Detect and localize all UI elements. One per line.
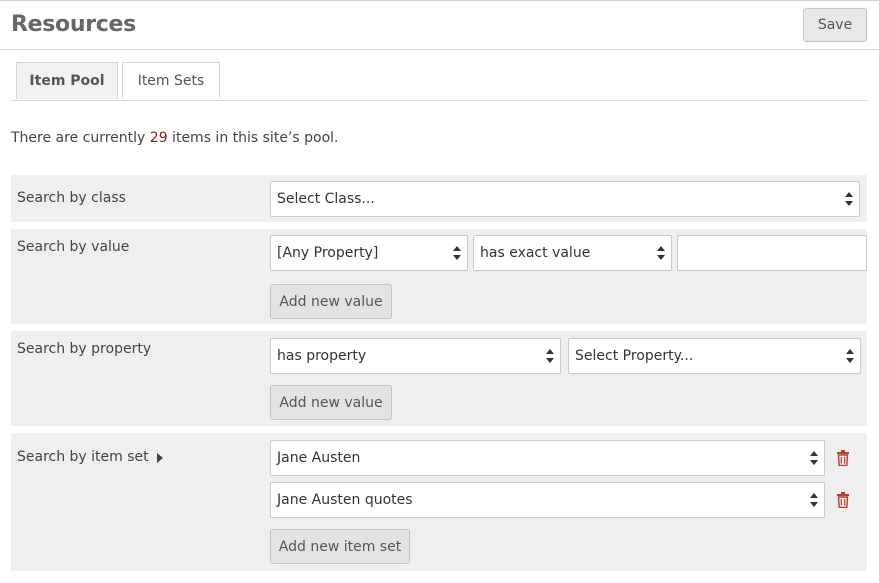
pool-summary-suffix: items in this site’s pool. xyxy=(167,130,339,146)
pool-summary: There are currently 29 items in this sit… xyxy=(11,130,338,146)
value-operator-select-value: has exact value xyxy=(480,245,591,261)
class-select[interactable]: Select Class... xyxy=(270,181,860,217)
page-header: Resources Save xyxy=(0,1,879,50)
add-new-item-set-button[interactable]: Add new item set xyxy=(270,529,410,564)
value-property-select[interactable]: [Any Property] xyxy=(270,235,468,271)
item-set-select-2[interactable]: Jane Austen quotes xyxy=(270,482,825,518)
pool-item-count: 29 xyxy=(149,130,168,146)
property-select[interactable]: Select Property... xyxy=(568,338,861,374)
updown-arrows-icon xyxy=(810,493,818,507)
pool-summary-prefix: There are currently xyxy=(11,130,150,146)
tab-bar: Item Pool Item Sets xyxy=(11,62,867,101)
search-by-property-label: Search by property xyxy=(17,341,152,357)
value-operator-select[interactable]: has exact value xyxy=(473,235,672,271)
tab-item-sets[interactable]: Item Sets xyxy=(122,62,220,98)
item-set-select-1[interactable]: Jane Austen xyxy=(270,440,825,476)
search-by-item-set-label: Search by item set xyxy=(17,449,149,465)
item-set-select-1-value: Jane Austen xyxy=(277,450,361,466)
property-operator-select-value: has property xyxy=(277,348,367,364)
value-text-input[interactable] xyxy=(677,235,867,271)
updown-arrows-icon xyxy=(845,192,853,206)
updown-arrows-icon xyxy=(453,246,461,260)
updown-arrows-icon xyxy=(846,349,854,363)
property-select-value: Select Property... xyxy=(575,348,694,364)
search-by-class-label: Search by class xyxy=(17,190,126,206)
page-title: Resources xyxy=(11,12,136,37)
caret-right-icon[interactable] xyxy=(157,453,163,463)
trash-icon[interactable] xyxy=(836,492,850,508)
add-new-property-value-button[interactable]: Add new value xyxy=(270,385,392,420)
add-new-value-button[interactable]: Add new value xyxy=(270,284,392,319)
updown-arrows-icon xyxy=(810,451,818,465)
class-select-value: Select Class... xyxy=(277,191,375,207)
search-by-value-row: Search by value [Any Property] has exact… xyxy=(11,229,867,324)
search-by-value-label: Search by value xyxy=(17,239,130,255)
save-button[interactable]: Save xyxy=(803,8,867,42)
value-property-select-value: [Any Property] xyxy=(277,245,379,261)
trash-icon[interactable] xyxy=(836,450,850,466)
updown-arrows-icon xyxy=(546,349,554,363)
updown-arrows-icon xyxy=(657,246,665,260)
item-set-select-2-value: Jane Austen quotes xyxy=(277,492,413,508)
property-operator-select[interactable]: has property xyxy=(270,338,561,374)
search-by-class-row: Search by class Select Class... xyxy=(11,175,867,222)
tab-item-pool[interactable]: Item Pool xyxy=(16,62,118,99)
search-by-property-row: Search by property has property Select P… xyxy=(11,331,867,426)
search-by-item-set-row: Search by item set Jane Austen Jane Aust… xyxy=(11,433,867,571)
